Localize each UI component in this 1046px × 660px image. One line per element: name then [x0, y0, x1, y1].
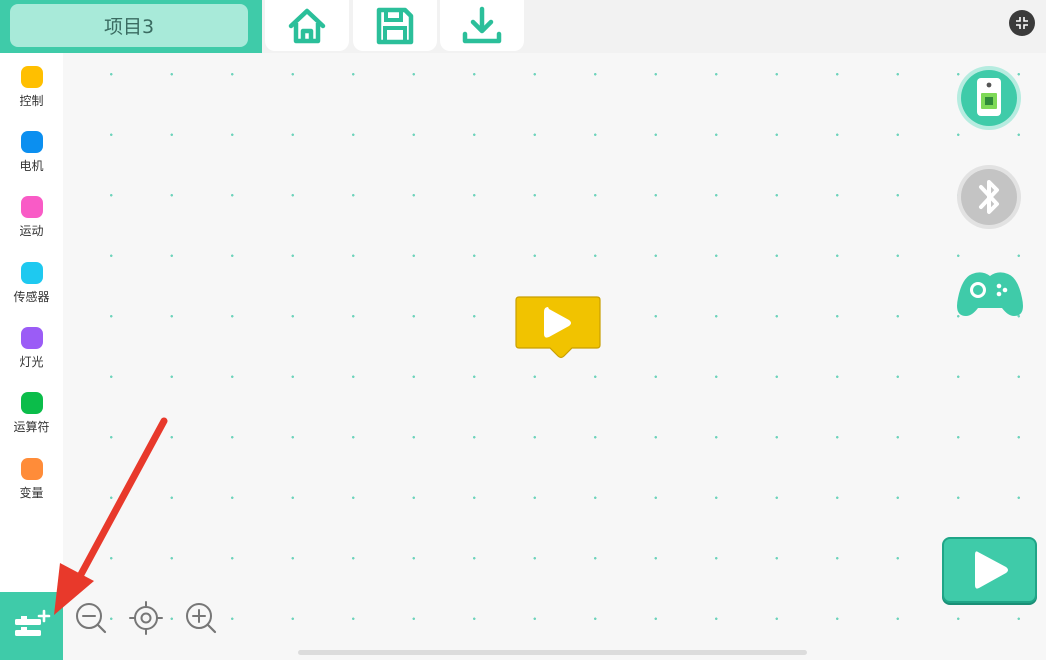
category-motion[interactable]: 运动 [0, 196, 63, 256]
category-variables[interactable]: 变量 [0, 458, 63, 518]
category-sensor[interactable]: 传感器 [0, 262, 63, 322]
download-icon [462, 6, 502, 43]
category-label: 电机 [19, 159, 44, 173]
category-lights[interactable]: 灯光 [0, 327, 63, 387]
category-label: 传感器 [13, 290, 50, 304]
project-title[interactable]: 项目3 [10, 4, 248, 47]
gamepad-button[interactable] [956, 268, 1024, 322]
play-icon [974, 551, 1008, 589]
device-connect-button[interactable] [956, 65, 1022, 131]
recenter-button[interactable] [128, 600, 164, 636]
save-button[interactable] [353, 0, 437, 51]
floppy-save-icon [376, 7, 414, 44]
category-color-dot [20, 196, 43, 218]
run-program-button[interactable] [942, 537, 1037, 603]
home-icon [288, 8, 326, 43]
category-label: 灯光 [19, 355, 44, 369]
zoom-in-button[interactable] [183, 600, 219, 636]
category-label: 控制 [19, 94, 44, 108]
start-program-block[interactable] [515, 296, 601, 360]
category-color-dot [20, 262, 43, 284]
category-control[interactable]: 控制 [0, 66, 63, 126]
category-label: 运动 [19, 224, 44, 238]
bluetooth-icon [957, 165, 1021, 229]
zoom-out-button[interactable] [73, 600, 109, 636]
category-color-dot [20, 66, 43, 88]
category-label: 运算符 [13, 420, 50, 434]
category-color-dot [20, 392, 43, 414]
fullscreen-exit-button[interactable] [1009, 10, 1035, 36]
device-board-icon [957, 66, 1021, 130]
block-category-palette: 控制 电机 运动 传感器 灯光 运算符 变量 [0, 53, 63, 660]
top-bar: 项目3 [0, 0, 1046, 53]
bluetooth-button[interactable] [956, 164, 1022, 230]
category-motor[interactable]: 电机 [0, 131, 63, 191]
gamepad-icon [957, 272, 1023, 316]
category-label: 变量 [19, 486, 44, 500]
collapse-icon [1016, 17, 1028, 29]
zoom-in-icon [186, 603, 217, 634]
add-extension-button[interactable] [0, 592, 63, 660]
add-extension-icon [14, 609, 50, 636]
category-color-dot [20, 458, 43, 480]
horizontal-scrollbar[interactable] [298, 650, 807, 655]
home-button[interactable] [265, 0, 349, 51]
category-color-dot [20, 131, 43, 153]
recenter-icon [129, 601, 163, 635]
category-operators[interactable]: 运算符 [0, 392, 63, 452]
zoom-out-icon [76, 603, 107, 634]
download-button[interactable] [440, 0, 524, 51]
project-title-tab: 项目3 [0, 0, 262, 53]
category-color-dot [20, 327, 43, 349]
